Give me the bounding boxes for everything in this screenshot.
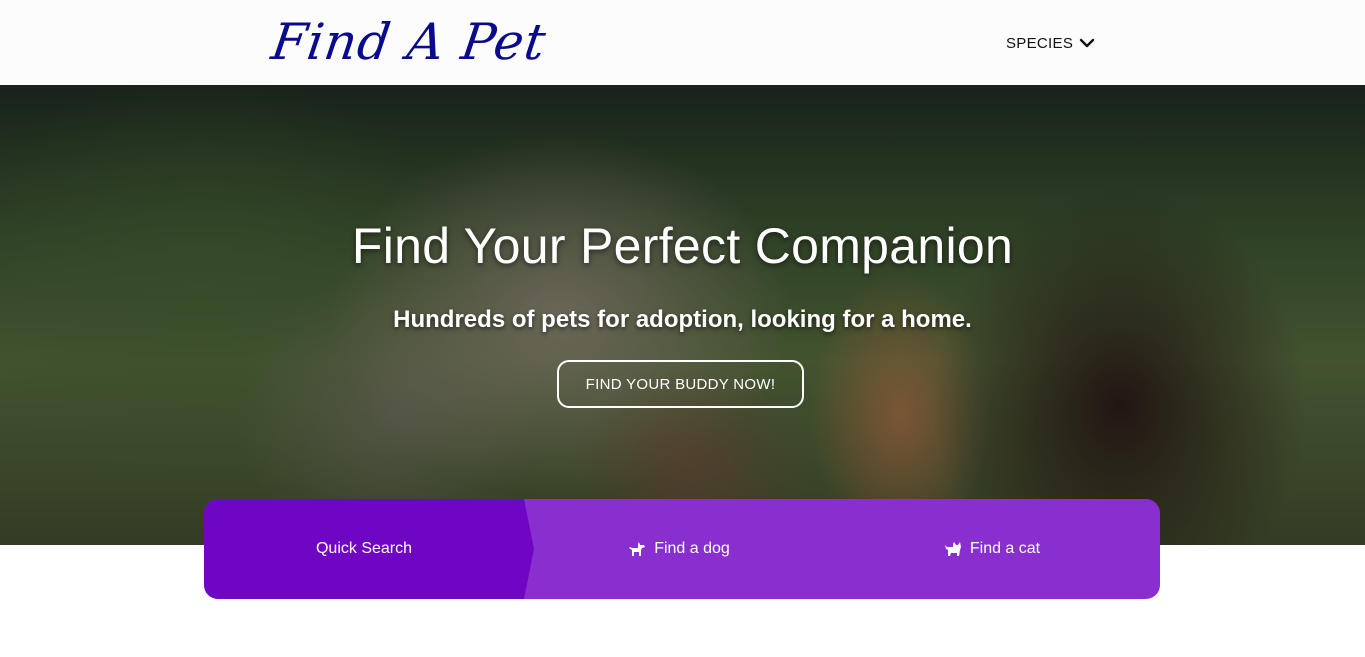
dog-icon xyxy=(629,542,646,556)
species-label: SPECIES xyxy=(1006,34,1074,52)
search-tabs: Quick Search Find a dog Find a cat xyxy=(204,499,1160,599)
tab-label: Find a dog xyxy=(654,540,730,557)
cat-icon xyxy=(944,542,961,556)
tab-find-cat[interactable]: Find a cat xyxy=(824,499,1160,599)
tab-quick-search[interactable]: Quick Search xyxy=(204,499,534,599)
top-navbar: Find A Pet SPECIES xyxy=(0,0,1365,85)
chevron-down-icon xyxy=(1079,38,1095,48)
find-buddy-button[interactable]: FIND YOUR BUDDY NOW! xyxy=(557,360,804,408)
tab-label: Find a cat xyxy=(969,540,1041,557)
hero-title: Find Your Perfect Companion xyxy=(351,218,1014,274)
species-dropdown[interactable]: SPECIES xyxy=(1006,31,1095,55)
hero-subtitle: Hundreds of pets for adoption, looking f… xyxy=(393,306,972,333)
site-logo[interactable]: Find A Pet xyxy=(268,10,551,74)
tab-find-dog[interactable]: Find a dog xyxy=(534,499,824,599)
tab-label: Quick Search xyxy=(315,540,413,557)
hero-banner: Find Your Perfect Companion Hundreds of … xyxy=(0,85,1365,545)
